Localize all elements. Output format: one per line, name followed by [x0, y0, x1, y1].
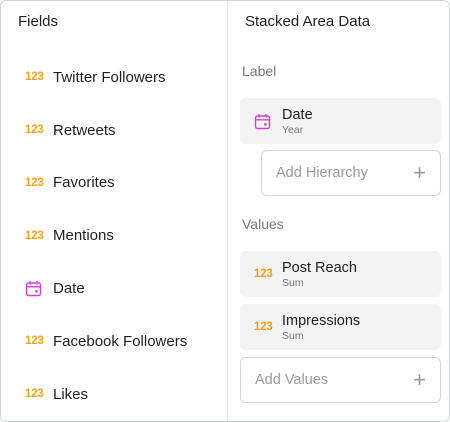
number-icon: 123: [25, 71, 44, 84]
number-icon: 123: [254, 321, 273, 333]
chip-name: Impressions: [282, 312, 361, 329]
chip-name: Post Reach: [282, 259, 357, 276]
number-icon: 123: [254, 268, 273, 280]
data-pane-title: Stacked Area Data: [245, 13, 371, 30]
field-label: Twitter Followers: [53, 68, 166, 86]
value-chip-impressions[interactable]: 123 Impressions Sum: [240, 304, 441, 350]
label-section-heading: Label: [242, 63, 277, 79]
number-icon: 123: [25, 335, 44, 348]
chip-aggregation: Sum: [282, 276, 304, 289]
field-label: Retweets: [53, 121, 116, 139]
field-label: Favorites: [53, 174, 115, 192]
number-icon: 123: [25, 388, 44, 401]
chip-aggregation: Year: [282, 123, 304, 136]
field-item-retweets[interactable]: 123 Retweets: [1, 104, 227, 157]
add-values-dropzone[interactable]: Add Values +: [240, 357, 441, 403]
field-label: Mentions: [53, 227, 114, 245]
field-item-twitter-followers[interactable]: 123 Twitter Followers: [1, 51, 227, 104]
calendar-icon: [254, 113, 278, 130]
field-label: Likes: [53, 385, 89, 403]
fields-pane-title: Fields: [18, 13, 59, 30]
add-hierarchy-placeholder: Add Hierarchy: [276, 165, 368, 181]
field-label: Date: [53, 280, 85, 298]
field-item-facebook-followers[interactable]: 123 Facebook Followers: [1, 315, 227, 368]
field-list: 123 Twitter Followers 123 Retweets 123 F…: [1, 51, 227, 421]
plus-icon: +: [413, 367, 426, 392]
number-icon: 123: [25, 229, 44, 242]
chip-aggregation: Sum: [282, 329, 304, 342]
number-icon: 123: [25, 176, 44, 189]
visualization-data-editor: Fields 123 Twitter Followers 123 Retweet…: [0, 0, 450, 422]
field-label: Facebook Followers: [53, 332, 188, 350]
plus-icon: +: [413, 160, 426, 185]
value-chip-post-reach[interactable]: 123 Post Reach Sum: [240, 251, 441, 297]
calendar-icon: [25, 280, 47, 297]
number-icon: 123: [25, 124, 44, 137]
field-item-likes[interactable]: 123 Likes: [1, 368, 227, 421]
fields-pane: Fields 123 Twitter Followers 123 Retweet…: [1, 1, 228, 421]
field-item-mentions[interactable]: 123 Mentions: [1, 209, 227, 262]
add-values-placeholder: Add Values: [255, 372, 329, 388]
label-chip-date[interactable]: Date Year: [240, 98, 441, 144]
add-hierarchy-dropzone[interactable]: Add Hierarchy +: [261, 150, 441, 196]
field-item-date[interactable]: Date: [1, 262, 227, 315]
values-section-heading: Values: [242, 216, 284, 232]
field-item-favorites[interactable]: 123 Favorites: [1, 157, 227, 210]
chip-name: Date: [282, 106, 313, 123]
data-pane: Stacked Area Data Label Date Year Add Hi…: [229, 1, 449, 421]
